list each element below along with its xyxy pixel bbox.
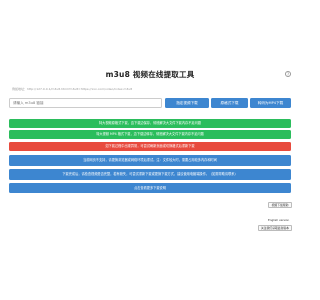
english-version-link[interactable]: English version xyxy=(268,218,289,222)
notice-bar-stream-mp4[interactable]: 特大视频 MP4 格式下载，边下载边转存，彻底解决大文件下载内存不足问题 xyxy=(9,130,291,139)
download-help-button[interactable]: 视频下载帮助 xyxy=(268,202,292,208)
follow-us-button[interactable]: 关注我们获取最新版本 xyxy=(258,225,292,231)
notice-bar-warning: 如下载过程中出现异常，可尝试刷新页面或切换格式后重新下载 xyxy=(9,142,291,151)
example-url-text: 例如地址：http://127.0.0.1/m3u8.html?m3u8=htt… xyxy=(12,87,133,91)
m3u8-url-input[interactable] xyxy=(9,98,162,108)
original-format-download-button[interactable]: 原格式下载 xyxy=(211,98,248,108)
notice-bar-more[interactable]: 点击查看更多下载说明 xyxy=(9,183,291,193)
notice-bar-stream-original[interactable]: 特大视频原格式下载，边下载边保存，彻底解决大文件下载内存不足问题 xyxy=(9,119,291,128)
mp4-download-button[interactable]: 转码为MP4下载 xyxy=(250,98,291,108)
notice-bar-tip: 下载完成后，请检查视频是否完整，若有缺失，可尝试重新下载或更换下载方式，建议使用… xyxy=(9,169,291,180)
help-icon[interactable]: ? xyxy=(285,71,291,77)
page-title: m3u8 视频在线提取工具 xyxy=(105,70,195,79)
notice-bar-info: 当前网页不支持，请更换浏览器或网络环境后重试。注：文件较大时，需要占用较多内存和… xyxy=(9,155,291,166)
parse-download-button[interactable]: 指定视频下载 xyxy=(165,98,209,108)
